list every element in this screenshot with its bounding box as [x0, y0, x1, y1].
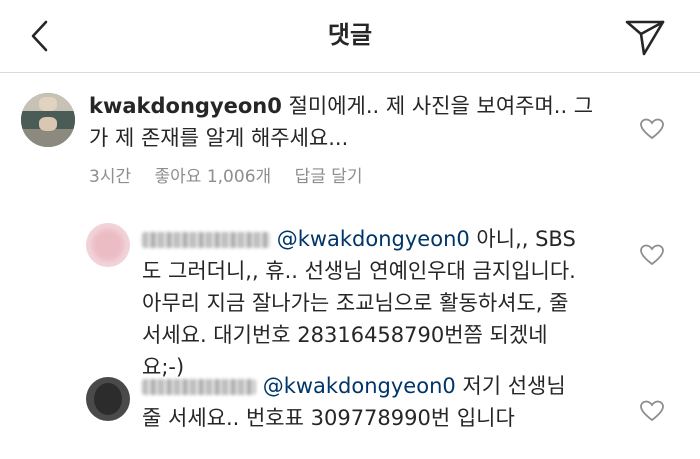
reply-text-line1: 아니,, SBS	[469, 227, 576, 251]
reply-text-line4: 서세요. 대기번호 28316458790번쯤 되겠네	[142, 323, 548, 347]
reply-text-line2: 줄 서세요.. 번호표 309778990번 입니다	[142, 406, 515, 430]
avatar[interactable]	[86, 377, 130, 421]
comment-likes[interactable]: 좋아요 1,006개	[155, 167, 272, 187]
mention-link[interactable]: @kwakdongyeon0	[263, 374, 456, 398]
send-icon[interactable]	[622, 14, 668, 60]
main-comment: kwakdongyeon0 절미에게.. 제 사진을 보여주며.. 그 가 제 …	[89, 90, 593, 154]
comment-username[interactable]: kwakdongyeon0	[89, 94, 282, 118]
reply-comment: @kwakdongyeon0 저기 선생님 줄 서세요.. 번호표 309778…	[142, 370, 566, 434]
reply-button[interactable]: 답글 달기	[295, 167, 363, 187]
comment-time: 3시간	[89, 167, 132, 187]
avatar[interactable]	[86, 223, 130, 267]
comment-text-line2: 가 제 존재를 알게 해주세요...	[89, 126, 349, 150]
blurred-username[interactable]	[142, 379, 256, 395]
avatar[interactable]	[21, 93, 75, 147]
page-title: 댓글	[327, 21, 373, 49]
heart-icon[interactable]	[640, 400, 664, 422]
reply-text-line1: 저기 선생님	[455, 374, 566, 398]
heart-icon[interactable]	[640, 118, 664, 140]
reply-comment: @kwakdongyeon0 아니,, SBS 도 그러더니,, 휴.. 선생님…	[142, 223, 576, 383]
header-bar: 댓글	[0, 0, 700, 73]
reply-text-line3: 아무리 지금 잘나가는 조교님으로 활동하셔도, 줄	[142, 291, 569, 315]
mention-link[interactable]: @kwakdongyeon0	[277, 227, 470, 251]
comment-text-line1: 절미에게.. 제 사진을 보여주며.. 그	[288, 94, 594, 118]
reply-text-line2: 도 그러더니,, 휴.. 선생님 연예인우대 금지입니다.	[142, 259, 576, 283]
heart-icon[interactable]	[640, 244, 664, 266]
blurred-username[interactable]	[142, 232, 270, 248]
comment-meta: 3시간 좋아요 1,006개 답글 달기	[89, 162, 381, 187]
